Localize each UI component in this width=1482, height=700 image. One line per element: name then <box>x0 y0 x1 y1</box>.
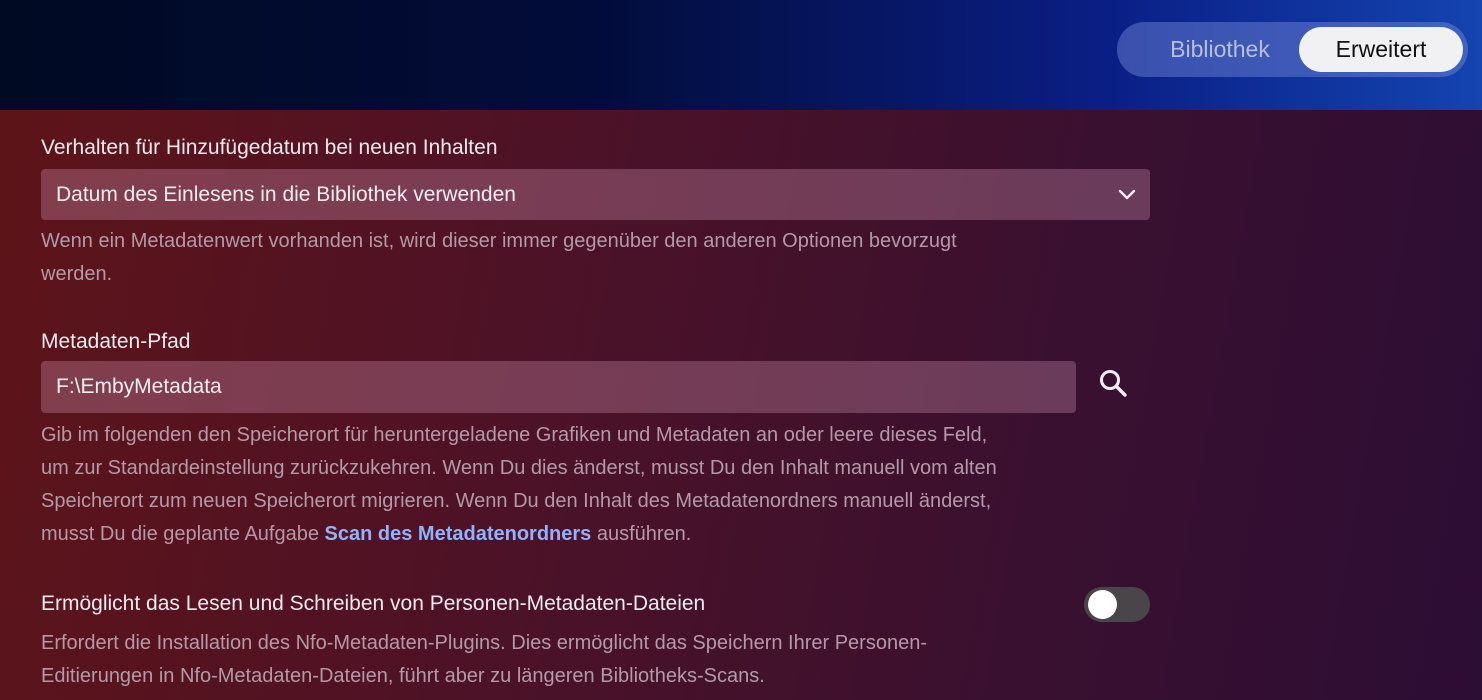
tab-erweitert[interactable]: Erweitert <box>1299 27 1463 72</box>
person-metadata-toggle[interactable] <box>1084 587 1150 622</box>
metadata-path-description-line: musst Du die geplante Aufgabe Scan des M… <box>41 518 997 551</box>
chevron-down-icon <box>1118 189 1136 200</box>
date-added-select[interactable]: Datum des Einlesens in die Bibliothek ve… <box>41 169 1150 220</box>
description-text: musst Du die geplante Aufgabe <box>41 523 325 545</box>
date-added-label: Verhalten für Hinzufügedatum bei neuen I… <box>41 136 498 159</box>
metadata-path-label: Metadaten-Pfad <box>41 330 191 353</box>
metadata-path-input[interactable]: F:\EmbyMetadata <box>41 361 1076 413</box>
person-metadata-description-line: Editierungen in Nfo-Metadaten-Dateien, f… <box>41 665 765 687</box>
search-icon[interactable] <box>1093 363 1133 403</box>
date-added-description: Wenn ein Metadatenwert vorhanden ist, wi… <box>41 225 957 291</box>
tab-bibliothek[interactable]: Bibliothek <box>1135 27 1305 72</box>
date-added-selected-value: Datum des Einlesens in die Bibliothek ve… <box>56 183 516 206</box>
person-metadata-description: Erfordert die Installation des Nfo-Metad… <box>41 627 927 693</box>
toggle-knob <box>1088 590 1117 619</box>
date-added-description-line: werden. <box>41 263 113 285</box>
metadata-path-description-line: um zur Standardeinstellung zurückzukehre… <box>41 457 997 479</box>
description-text: ausführen. <box>591 523 692 545</box>
person-metadata-description-line: Erfordert die Installation des Nfo-Metad… <box>41 632 927 654</box>
date-added-description-line: Wenn ein Metadatenwert vorhanden ist, wi… <box>41 230 957 252</box>
scan-metadata-folder-link[interactable]: Scan des Metadatenordners <box>325 523 592 545</box>
metadata-path-description-line: Speicherort zum neuen Speicherort migrie… <box>41 490 992 512</box>
header-bar: Bibliothek Erweitert <box>0 0 1482 110</box>
metadata-path-description: Gib im folgenden den Speicherort für her… <box>41 419 997 551</box>
metadata-path-description-line: Gib im folgenden den Speicherort für her… <box>41 424 988 446</box>
view-tabs: Bibliothek Erweitert <box>1117 22 1468 77</box>
person-metadata-label: Ermöglicht das Lesen und Schreiben von P… <box>41 592 706 615</box>
